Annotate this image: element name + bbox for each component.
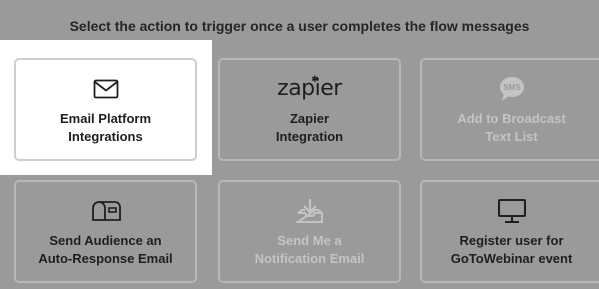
card-label: Send Me a Notification Email <box>254 232 365 266</box>
envelope-icon <box>93 74 119 104</box>
sms-bubble-icon: SMS <box>498 74 526 104</box>
page-heading: Select the action to trigger once a user… <box>69 18 530 34</box>
card-label: Zapier Integration <box>275 110 344 144</box>
zapier-logo: ✱ zapier <box>277 74 342 104</box>
inbox-download-icon <box>294 196 325 226</box>
notification-email-card[interactable]: Send Me a Notification Email <box>218 180 401 283</box>
auto-response-email-card[interactable]: Send Audience an Auto-Response Email <box>14 180 197 283</box>
email-platform-integrations-card[interactable]: Email Platform Integrations <box>14 58 197 161</box>
sms-bubble-text: SMS <box>503 83 521 92</box>
zapier-logo-text: zapier <box>277 75 342 101</box>
card-label: Send Audience an Auto-Response Email <box>38 232 173 266</box>
mailbox-icon <box>91 196 121 226</box>
card-label: Register user for GoToWebinar event <box>450 232 573 266</box>
card-label: Add to Broadcast Text List <box>457 110 566 144</box>
zapier-integration-card[interactable]: ✱ zapier Zapier Integration <box>218 58 401 161</box>
add-to-broadcast-text-list-card[interactable]: SMS Add to Broadcast Text List <box>420 58 599 161</box>
monitor-icon <box>497 196 527 226</box>
card-label: Email Platform Integrations <box>59 110 152 144</box>
asterisk-icon: ✱ <box>311 74 319 85</box>
gotowebinar-registration-card[interactable]: Register user for GoToWebinar event <box>420 180 599 283</box>
